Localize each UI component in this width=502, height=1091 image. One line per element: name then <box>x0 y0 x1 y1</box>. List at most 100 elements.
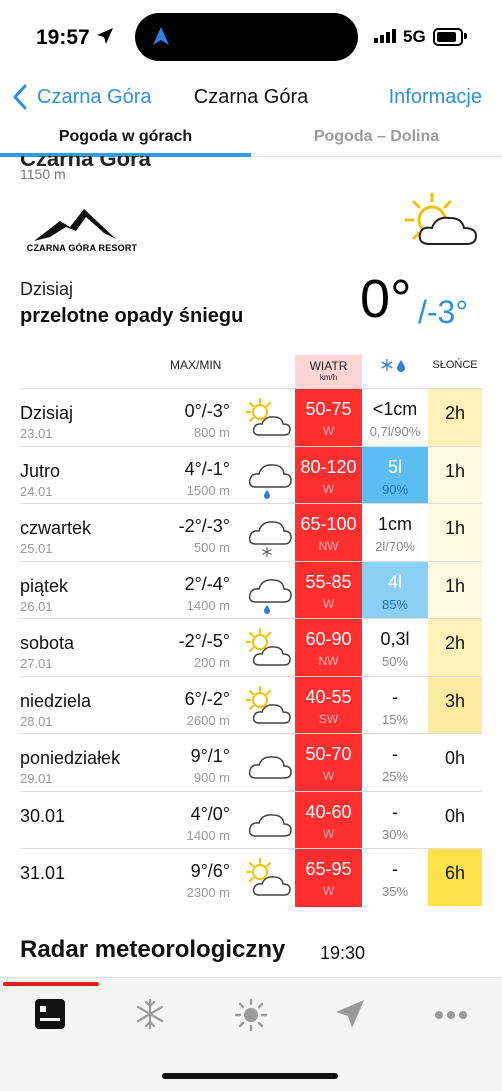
row-precip-detail: 30% <box>381 827 409 842</box>
logo-text: CZARNA GÓRA RESORT <box>26 243 138 253</box>
forecast-row[interactable]: poniedziałek 29.01 9°/1° 900 m 50-70 W - 25% 0h <box>20 733 482 791</box>
status-bar: 19:57 5G <box>0 0 502 72</box>
info-button[interactable]: Informacje <box>389 86 482 109</box>
row-day: 31.01 <box>20 863 66 883</box>
row-precip: - <box>392 687 398 707</box>
navigation-icon[interactable] <box>334 998 366 1030</box>
row-wind: 50-75 <box>305 399 352 419</box>
forecast-row[interactable]: 31.01 9°/6° 2300 m 65-95 W - 35% 6h <box>20 848 482 906</box>
row-precip-detail: 35% <box>381 884 409 899</box>
row-temp: 6°/-2° <box>184 689 230 709</box>
row-sun-hours: 2h <box>444 403 466 423</box>
row-day: czwartek <box>20 518 92 538</box>
network-label: 5G <box>403 27 426 46</box>
home-indicator <box>162 1073 338 1079</box>
row-wind: 65-100 <box>300 514 357 534</box>
row-temp: 9°/1° <box>190 746 230 766</box>
radar-time: 19:30 <box>320 943 366 963</box>
row-wind-dir: W <box>322 827 335 841</box>
row-temp: -2°/-5° <box>178 631 230 651</box>
row-day: piątek <box>20 576 69 596</box>
row-sun-hours: 3h <box>444 691 466 711</box>
row-sun-hours: 0h <box>444 806 466 826</box>
forecast-row[interactable]: czwartek 25.01 -2°/-3° 500 m 65-100 NW 1cm 2l/7… <box>20 503 482 561</box>
row-wind: 65-95 <box>305 859 352 879</box>
row-date: 26.01 <box>20 599 53 614</box>
row-date: 27.01 <box>20 656 53 671</box>
row-temp: -2°/-3° <box>178 516 230 536</box>
row-precip: - <box>392 802 398 822</box>
row-precip-detail: 50% <box>381 654 409 669</box>
row-day: Dzisiaj <box>20 403 74 423</box>
row-freezing-level: 2600 m <box>186 713 230 728</box>
row-wind: 60-90 <box>305 629 352 649</box>
battery-tip <box>464 33 467 39</box>
resort-elevation: 1150 m <box>20 166 66 182</box>
row-weather-icon <box>245 627 294 680</box>
cloud-rain-icon <box>248 579 292 614</box>
row-temp: 4°/0° <box>190 804 230 824</box>
row-day: niedziela <box>20 691 92 711</box>
row-wind-dir: W <box>322 597 335 611</box>
snow-rain-header-icon <box>381 359 405 372</box>
forecast-row[interactable]: Jutro 24.01 4°/-1° 1500 m 80-120 W 5l 90% 1h <box>20 446 482 504</box>
row-weather-icon <box>246 742 294 795</box>
today-label: Dzisiaj <box>20 279 74 299</box>
row-weather-icon <box>246 455 294 508</box>
row-temp: 9°/6° <box>190 861 230 881</box>
row-wind-dir: W <box>322 482 335 496</box>
row-date: 25.01 <box>20 541 53 556</box>
forecast-row[interactable]: piątek 26.01 2°/-4° 1400 m 55-85 W 4l 85% 1h <box>20 561 482 619</box>
sun-cloud-icon <box>245 398 291 436</box>
row-precip-detail: 85% <box>381 597 409 612</box>
cloud-icon <box>248 756 292 779</box>
navigation-arrow-icon <box>153 27 169 45</box>
row-day: poniedziałek <box>20 748 121 768</box>
row-precip: <1cm <box>372 399 418 419</box>
sun-cloud-icon <box>404 192 478 245</box>
row-precip-detail: 0,7l/90% <box>369 424 421 439</box>
row-freezing-level: 200 m <box>193 655 230 670</box>
row-freezing-level: 500 m <box>193 540 230 555</box>
row-freezing-level: 800 m <box>193 425 230 440</box>
sun-cloud-icon <box>245 858 291 896</box>
tab-valley-weather[interactable]: Pogoda – Dolina <box>251 128 502 146</box>
snowflake-icon[interactable] <box>134 998 166 1030</box>
row-temp: 4°/-1° <box>184 459 230 479</box>
row-sun-hours: 2h <box>444 633 466 653</box>
row-wind-dir: W <box>322 424 335 438</box>
row-freezing-level: 2300 m <box>186 885 230 900</box>
row-sun-hours: 6h <box>444 863 466 883</box>
current-max-temp: 0° <box>360 269 412 329</box>
forecast-row[interactable]: sobota 27.01 -2°/-5° 200 m 60-90 NW 0,3l 50% 2h <box>20 618 482 676</box>
signal-icon <box>374 29 396 43</box>
wind-unit: km/h <box>319 373 338 382</box>
forecast-row[interactable]: Dzisiaj 23.01 0°/-3° 800 m 50-75 W <1cm 0,7l/90… <box>20 388 482 446</box>
sun-header: SŁOŃCE <box>432 359 478 371</box>
row-day: Jutro <box>20 461 61 481</box>
more-icon[interactable] <box>434 1010 468 1020</box>
weather-description: przelotne opady śniegu <box>20 305 244 327</box>
tab-mountain-weather[interactable]: Pogoda w górach <box>0 128 251 146</box>
radar-title[interactable]: Radar meteorologiczny <box>20 936 285 964</box>
forecast-row[interactable]: niedziela 28.01 6°/-2° 2600 m 40-55 SW - 15% 3h <box>20 676 482 734</box>
forecast-icon[interactable] <box>34 998 66 1030</box>
row-precip: 4l <box>387 572 402 592</box>
cloud-rain-icon <box>248 464 292 499</box>
cloud-icon <box>248 814 292 837</box>
row-wind: 50-70 <box>305 744 352 764</box>
row-date: 24.01 <box>20 484 53 499</box>
row-freezing-level: 900 m <box>193 770 230 785</box>
forecast-row[interactable]: 30.01 4°/0° 1400 m 40-60 W - 30% 0h <box>20 791 482 849</box>
row-temp: 0°/-3° <box>184 401 230 421</box>
sun-icon[interactable] <box>234 998 268 1032</box>
row-weather-icon <box>245 857 294 910</box>
row-wind: 40-55 <box>305 687 352 707</box>
cloud-snow-icon <box>248 521 292 557</box>
maxmin-header: MAX/MIN <box>170 358 222 372</box>
row-wind-dir: W <box>322 884 335 898</box>
row-freezing-level: 1500 m <box>186 483 230 498</box>
row-sun-hours: 1h <box>444 576 466 596</box>
row-weather-icon <box>246 570 294 623</box>
current-min-temp: /-3° <box>418 294 469 330</box>
